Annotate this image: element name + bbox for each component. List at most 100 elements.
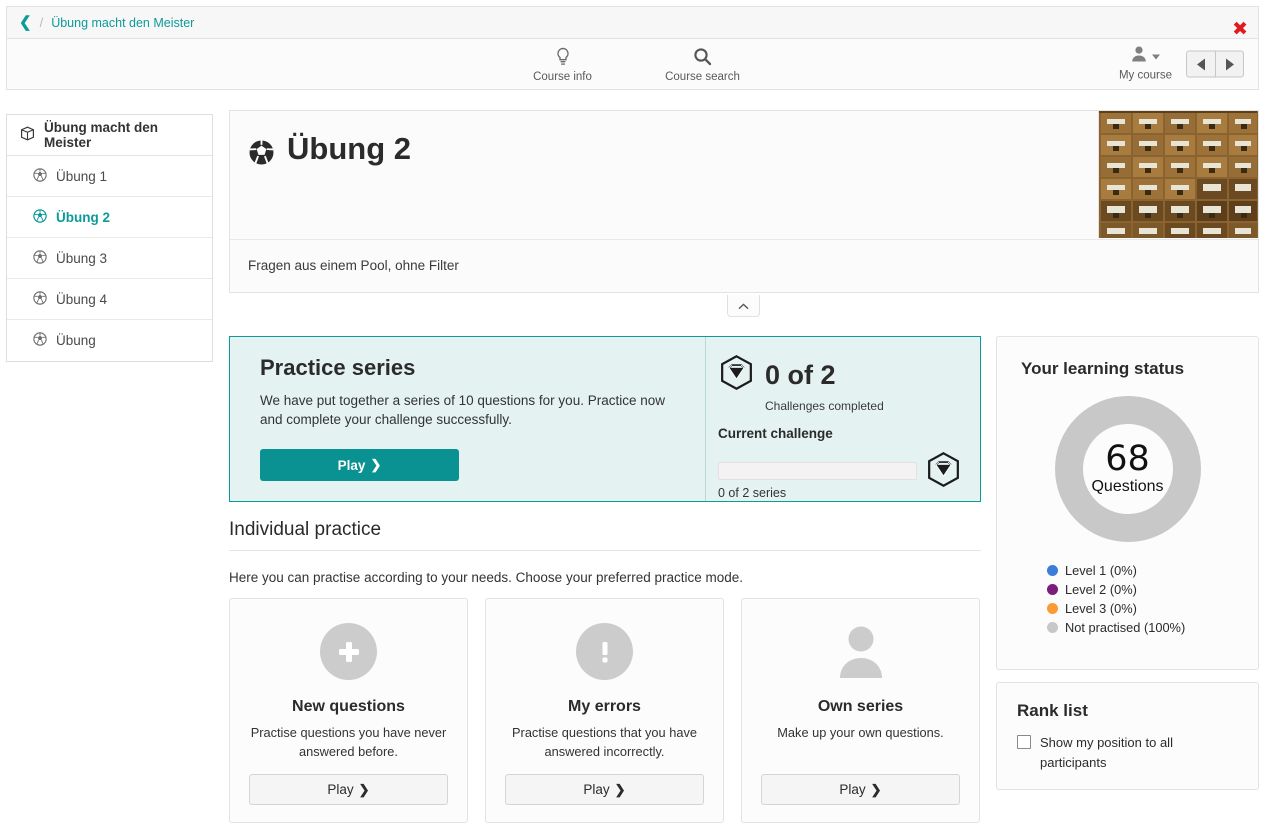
challenge-caption: Challenges completed [765,399,884,413]
checkbox-label: Show my position to all participants [1040,735,1173,770]
chevron-right-icon: ❯ [370,457,382,473]
football-icon [33,332,47,349]
legend-item-not-practised: Not practised (100%) [1047,620,1234,635]
close-icon[interactable]: ✖ [1232,20,1248,39]
legend-item-level-1: Level 1 (0%) [1047,563,1234,578]
learning-status-legend: Level 1 (0%) Level 2 (0%) Level 3 (0%) N… [1021,563,1234,635]
play-label: Play [327,782,354,797]
challenge-count: 0 of 2 [765,359,836,390]
course-hero-image [1098,111,1258,238]
lightbulb-icon [555,46,571,68]
practice-mode-card-my-errors[interactable]: My errors Practise questions that you ha… [485,598,724,823]
course-header-card: Übung 2 Fragen aus einem Pool, ohne Filt… [229,110,1259,293]
sidebar-item-label: Übung 2 [56,209,110,225]
sidebar-item-uebung-1[interactable]: Übung 1 [7,156,212,197]
practice-mode-card-own-series[interactable]: Own series Make up your own questions. P… [741,598,980,823]
practice-mode-cards: New questions Practise questions you hav… [229,598,980,823]
sidebar-item-uebung-3[interactable]: Übung 3 [7,238,212,279]
challenges-row: 0 of 2 [718,354,962,396]
user-icon [1131,46,1147,68]
practice-mode-description: Practise questions that you have answere… [512,725,697,759]
sidebar-header: Übung macht den Meister [7,115,212,156]
rank-list-panel: Rank list Show my position to all partic… [996,682,1259,790]
football-icon [248,139,275,171]
chevron-right-icon: ❯ [358,781,370,797]
nav-item-course-search[interactable]: Course search [655,46,751,83]
breadcrumb-separator: / [39,15,44,30]
legend-item-level-3: Level 3 (0%) [1047,601,1234,616]
legend-label: Level 1 (0%) [1065,563,1137,578]
plus-circle-icon [320,623,377,680]
challenge-progress-bar [718,462,917,480]
sidebar-item-uebung[interactable]: Übung [7,320,212,361]
legend-color-dot [1047,565,1058,576]
prev-button[interactable] [1186,50,1215,78]
collapse-toggle-button[interactable] [727,295,760,317]
sidebar-header-label: Übung macht den Meister [44,120,158,150]
chevron-right-icon: ❯ [870,781,882,797]
checkbox[interactable] [1017,735,1031,749]
practice-mode-title: My errors [568,698,641,715]
page-title: Übung 2 [287,131,411,166]
practice-series-left: Practice series We have put together a s… [230,337,705,501]
practice-mode-title: New questions [292,698,405,715]
practice-mode-description: Make up your own questions. [777,725,944,740]
legend-item-level-2: Level 2 (0%) [1047,582,1234,597]
user-circle-icon [836,623,886,680]
breadcrumb-link[interactable]: Übung macht den Meister [51,16,194,30]
cube-icon [20,126,35,144]
triangle-right-icon [1225,58,1234,70]
triangle-left-icon [1197,58,1205,70]
football-icon [33,167,47,185]
practice-series-play-button[interactable]: Play ❯ [260,449,459,482]
legend-label: Not practised (100%) [1065,620,1186,635]
learning-status-title: Your learning status [1021,359,1185,378]
practice-series-text: We have put together a series of 10 ques… [260,393,665,428]
legend-label: Level 3 (0%) [1065,601,1137,616]
practice-series-title: Practice series [260,355,416,380]
learning-status-donut-chart: 68 Questions [1021,395,1234,543]
football-icon [33,208,47,226]
search-icon [693,46,712,68]
practice-mode-description: Practise questions you have never answer… [250,725,447,759]
play-button-my-errors[interactable]: Play ❯ [505,774,704,805]
back-chevron-icon[interactable]: ❮ [19,15,32,30]
play-button-own-series[interactable]: Play ❯ [761,774,960,805]
gem-hexagon-icon [925,451,962,493]
next-button[interactable] [1215,50,1244,78]
donut-total-label: Questions [1091,478,1164,495]
nav-right-controls: My course [1118,46,1244,82]
sidebar-item-label: Übung 1 [56,168,108,184]
challenge-progress-label: 0 of 2 series [718,486,787,500]
my-course-menu[interactable]: My course [1118,46,1172,82]
challenge-progress-row: 0 of 2 series [718,451,962,511]
practice-series-panel: Practice series We have put together a s… [229,336,981,502]
play-label: Play [583,782,610,797]
sidebar-item-uebung-2[interactable]: Übung 2 [7,197,212,238]
my-course-label: My course [1118,69,1172,82]
sidebar-item-label: Übung 3 [56,250,108,266]
play-label: Play [337,457,366,473]
nav-items: Course info Course search [515,46,751,83]
practice-series-right: 0 of 2 Challenges completed Current chal… [705,337,980,501]
chevron-right-icon: ❯ [614,781,626,797]
individual-practice-heading: Individual practice [229,519,981,551]
football-icon [33,290,47,308]
donut-center-text: 68 Questions [1021,395,1234,543]
nav-item-course-info[interactable]: Course info [515,46,611,83]
legend-color-dot [1047,584,1058,595]
learning-status-panel: Your learning status 68 Questions Level … [996,336,1259,670]
exclamation-circle-icon [576,623,633,680]
rank-list-visibility-toggle[interactable]: Show my position to all participants [1017,733,1238,772]
gem-hexagon-icon [718,354,755,396]
practice-mode-card-new-questions[interactable]: New questions Practise questions you hav… [229,598,468,823]
play-button-new-questions[interactable]: Play ❯ [249,774,448,805]
donut-total-value: 68 [1105,439,1150,479]
football-icon [33,249,47,267]
nav-label: Course info [533,70,592,83]
practice-mode-title: Own series [817,698,904,715]
rank-list-title: Rank list [1017,701,1088,720]
course-sidebar: Übung macht den Meister Übung 1 Übung 2 [6,114,213,362]
sidebar-item-uebung-4[interactable]: Übung 4 [7,279,212,320]
pager-controls [1186,50,1244,78]
